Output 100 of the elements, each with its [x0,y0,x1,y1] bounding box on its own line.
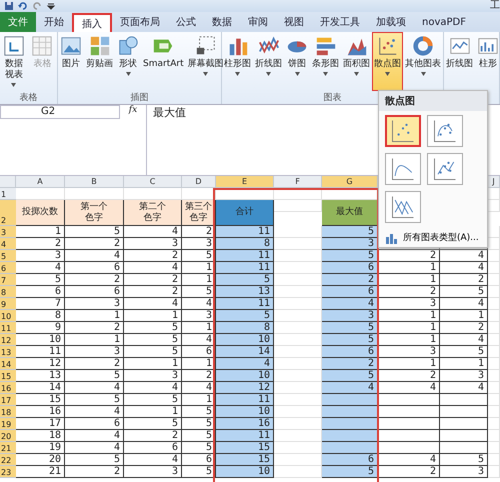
table-cell: 1 [440,358,488,370]
table-cell: 5 [124,418,182,430]
row-header[interactable]: 1 [0,188,16,200]
row-header[interactable]: 2 [0,200,16,226]
row-header[interactable]: 5 [0,250,16,262]
table-cell: 1 [378,334,440,346]
ribbon-button[interactable]: 条形图 [310,32,341,91]
screenshot-icon [194,35,217,57]
column-header[interactable]: G [322,176,378,188]
table-cell: 6 [65,286,124,298]
chart-option[interactable] [385,191,421,223]
row-header[interactable]: 9 [0,298,16,310]
ribbon-button[interactable]: 散点图 [372,32,403,91]
table-cell: 2 [322,274,378,286]
row-header[interactable]: 7 [0,274,16,286]
row-header[interactable]: 20 [0,430,16,442]
ribbon-tab[interactable]: 页面布局 [112,12,168,32]
header-cell: 第一个色字 [65,200,124,226]
table-cell: 4 [440,382,488,394]
ribbon-button[interactable]: 其他图表 [403,32,443,91]
row-header[interactable]: 22 [0,454,16,466]
ribbon-tab[interactable]: 文件 [0,12,36,32]
name-box[interactable]: G2 [0,105,120,119]
row-header[interactable]: 14 [0,358,16,370]
ribbon-button[interactable]: 折线图 [253,32,284,91]
table-cell: 4 [440,250,488,262]
column-header[interactable]: A [16,176,65,188]
empty-cell [488,262,500,274]
ribbon-tab[interactable]: 开发工具 [312,12,368,32]
row-header[interactable]: 6 [0,262,16,274]
row-header[interactable]: 12 [0,334,16,346]
empty-cell [322,442,378,454]
column-header[interactable]: B [65,176,124,188]
row-header[interactable]: 17 [0,394,16,406]
chart-option[interactable] [427,115,463,147]
ribbon-tab[interactable]: 加载项 [368,12,414,32]
ribbon-tab[interactable]: 审阅 [240,12,276,32]
ribbon-tab[interactable]: 公式 [168,12,204,32]
header-cell: 合计 [216,200,274,226]
insert-function-button[interactable]: fx [120,105,146,119]
table-cell: 2 [65,238,124,250]
table-cell: 4 [440,298,488,310]
table-cell: 13 [216,286,274,298]
table-cell: 6 [65,418,124,430]
donut-chart-icon [412,35,434,57]
ribbon-tab[interactable]: novaPDF [414,12,474,32]
table-cell: 2 [65,322,124,334]
row-header[interactable]: 18 [0,406,16,418]
empty-cell [440,430,488,442]
ribbon-tab[interactable]: 开始 [36,12,72,32]
table-cell: 3 [378,346,440,358]
column-header[interactable]: J [488,176,500,188]
ribbon-button[interactable]: 图片 [58,32,84,91]
empty-cell [488,430,500,442]
ribbon-tab[interactable]: 插入 [72,13,112,32]
row-header[interactable]: 16 [0,382,16,394]
ribbon-button[interactable]: 形状 [115,32,141,91]
ribbon-button[interactable]: 折线图 [444,32,475,91]
column-header[interactable]: F [274,176,322,188]
table-cell: 11 [216,394,274,406]
table-cell: 15 [216,442,274,454]
all-chart-types-item[interactable]: 所有图表类型(A)... [379,227,485,248]
ribbon-button[interactable]: 饼图 [284,32,310,91]
row-header[interactable]: 3 [0,226,16,238]
table-cell: 19 [16,442,65,454]
ribbon-tab[interactable]: 视图 [276,12,312,32]
empty-cell [488,298,500,310]
row-header[interactable]: 8 [0,286,16,298]
table-cell: 5 [322,250,378,262]
row-header[interactable]: 11 [0,322,16,334]
row-header[interactable]: 4 [0,238,16,250]
row-header[interactable]: 13 [0,346,16,358]
table-cell: 1 [124,310,182,322]
column-header[interactable]: C [124,176,182,188]
table-cell: 11 [16,346,65,358]
ribbon-button[interactable]: 剪贴画 [84,32,115,91]
table-cell: 4 [322,298,378,310]
ribbon-button[interactable]: 数据视表 [2,32,26,91]
row-header[interactable]: 19 [0,418,16,430]
empty-cell [488,466,500,478]
row-header[interactable]: 21 [0,442,16,454]
ribbon-button[interactable]: 柱形 [475,32,500,91]
chart-option[interactable] [427,153,463,185]
table-cell: 17 [16,418,65,430]
ribbon-button[interactable]: 面积图 [341,32,372,91]
ribbon-button[interactable]: SmartArt [141,32,186,91]
row-header[interactable]: 15 [0,370,16,382]
row-header[interactable]: 23 [0,466,16,478]
table-cell: 3 [322,310,378,322]
column-header[interactable]: D [182,176,216,188]
chart-option[interactable] [385,115,421,147]
undo-icon[interactable] [18,1,28,11]
ribbon-tab[interactable]: 数据 [204,12,240,32]
row-header[interactable]: 10 [0,310,16,322]
column-header[interactable]: E [216,176,274,188]
customize-icon[interactable] [46,1,56,11]
chart-option[interactable] [385,153,421,185]
table-cell: 11 [216,430,274,442]
save-icon[interactable] [4,1,14,11]
redo-icon[interactable] [32,1,42,11]
